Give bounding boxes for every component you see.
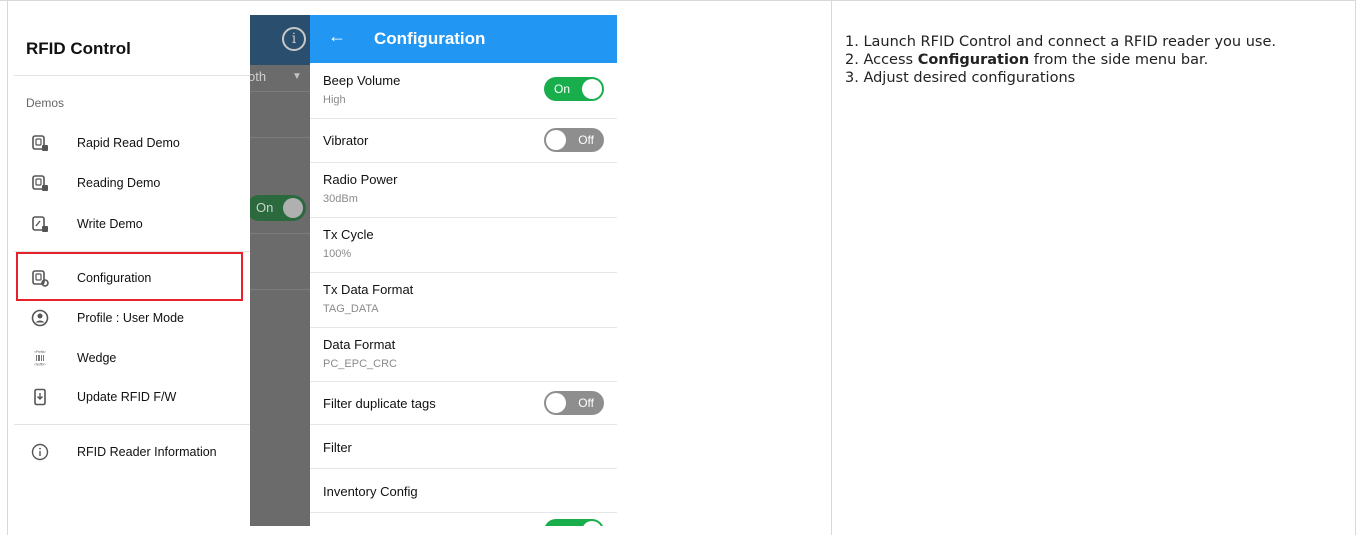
drawer-screenshot: i oth ▼ On RFID Control Demos Rapid Read… (14, 15, 318, 526)
setting-title: Filter duplicate tags (323, 396, 436, 411)
barcode-prefix-suffix-icon: <Prefix> <Suffix> (34, 350, 46, 367)
menu-item-label: Reading Demo (77, 176, 161, 190)
setting-tx-cycle[interactable]: Tx Cycle 100% (310, 218, 617, 273)
divider (14, 75, 250, 76)
menu-item-rapid-read-demo[interactable]: Rapid Read Demo (14, 125, 250, 161)
menu-item-label: Update RFID F/W (77, 390, 177, 404)
configuration-screenshot: ← Configuration Beep Volume High On Vibr… (310, 15, 617, 526)
rfid-card-icon (32, 175, 48, 191)
setting-title: Data Format (323, 337, 396, 352)
setting-value: High (323, 94, 346, 106)
drawer-title: RFID Control (26, 39, 131, 58)
step-2-text-end: from the side menu bar. (1029, 52, 1209, 68)
setting-data-format[interactable]: Data Format PC_EPC_CRC (310, 328, 617, 382)
setting-value: TAG_DATA (323, 303, 379, 315)
divider (250, 233, 318, 234)
filter-duplicate-tags-toggle[interactable]: Off (544, 391, 604, 415)
toggle-label: Off (578, 133, 594, 147)
user-circle-icon (31, 309, 49, 327)
setting-title: Beep Volume (323, 73, 401, 88)
beep-volume-toggle[interactable]: On (544, 77, 604, 101)
setting-vibrator[interactable]: Vibrator Off (310, 119, 617, 163)
background-toggle: On (246, 195, 306, 221)
menu-item-reading-demo[interactable]: Reading Demo (14, 165, 250, 201)
setting-beep-volume[interactable]: Beep Volume High On (310, 63, 617, 119)
menu-item-label: Write Demo (77, 217, 143, 231)
setting-value: PC_EPC_CRC (323, 358, 397, 370)
info-circle-icon (31, 443, 49, 461)
setting-value: 100% (323, 248, 352, 260)
step-3: 3. Adjust desired configurations (845, 70, 1076, 86)
menu-item-label: Rapid Read Demo (77, 136, 180, 150)
setting-title: Radio Power (323, 172, 398, 187)
setting-title: Inventory Config (323, 484, 418, 499)
navigation-drawer: RFID Control Demos Rapid Read Demo Readi… (14, 15, 250, 526)
partial-toggle[interactable] (544, 519, 604, 526)
divider (250, 289, 318, 290)
toggle-label: Off (578, 396, 594, 410)
setting-filter-duplicate-tags[interactable]: Filter duplicate tags Off (310, 382, 617, 425)
icon-text: <Prefix> (34, 350, 46, 354)
vibrator-toggle[interactable]: Off (544, 128, 604, 152)
step-2: 2. Access Configuration from the side me… (845, 51, 1345, 69)
setting-title: Tx Data Format (323, 282, 414, 297)
setting-inventory-config[interactable]: Inventory Config (310, 469, 617, 513)
background-select-text: oth (248, 69, 267, 84)
step-1: 1. Launch RFID Control and connect a RFI… (845, 34, 1276, 50)
rfid-card-edit-icon (32, 216, 48, 232)
menu-item-rfid-reader-information[interactable]: RFID Reader Information (14, 434, 250, 470)
rfid-card-icon (32, 135, 48, 151)
caret-down-icon: ▼ (292, 71, 302, 82)
step-2-text: 2. Access (845, 52, 918, 68)
step-2-emphasis: Configuration (917, 52, 1030, 68)
setting-tx-data-format[interactable]: Tx Data Format TAG_DATA (310, 273, 617, 328)
instruction-steps: 1. Launch RFID Control and connect a RFI… (845, 33, 1345, 87)
menu-item-profile[interactable]: Profile : User Mode (14, 300, 250, 336)
menu-item-update-rfid-fw[interactable]: Update RFID F/W (14, 379, 250, 415)
setting-radio-power[interactable]: Radio Power 30dBm (310, 163, 617, 218)
setting-filter[interactable]: Filter (310, 425, 617, 469)
setting-value: 30dBm (323, 193, 358, 205)
divider (7, 1, 8, 535)
menu-item-write-demo[interactable]: Write Demo (14, 206, 250, 242)
page-title: Configuration (374, 29, 486, 48)
divider (831, 1, 832, 535)
divider (250, 91, 318, 92)
menu-item-wedge[interactable]: <Prefix> <Suffix> Wedge (14, 340, 250, 376)
icon-text: <Suffix> (34, 363, 46, 367)
highlight-box (16, 252, 243, 301)
phone-download-icon (34, 388, 46, 406)
app-bar: ← Configuration (310, 15, 617, 63)
menu-item-label: RFID Reader Information (77, 445, 217, 459)
setting-title: Tx Cycle (323, 227, 374, 242)
info-icon[interactable]: i (282, 27, 306, 51)
toggle-label: On (256, 200, 274, 215)
setting-title: Vibrator (323, 133, 369, 148)
arrow-left-icon[interactable]: ← (328, 26, 346, 47)
menu-item-label: Wedge (77, 351, 117, 365)
divider (14, 424, 250, 425)
section-label-demos: Demos (26, 96, 65, 110)
toggle-label: On (554, 82, 571, 96)
setting-title: Filter (323, 440, 352, 455)
divider (250, 137, 318, 138)
menu-item-label: Profile : User Mode (77, 311, 184, 325)
